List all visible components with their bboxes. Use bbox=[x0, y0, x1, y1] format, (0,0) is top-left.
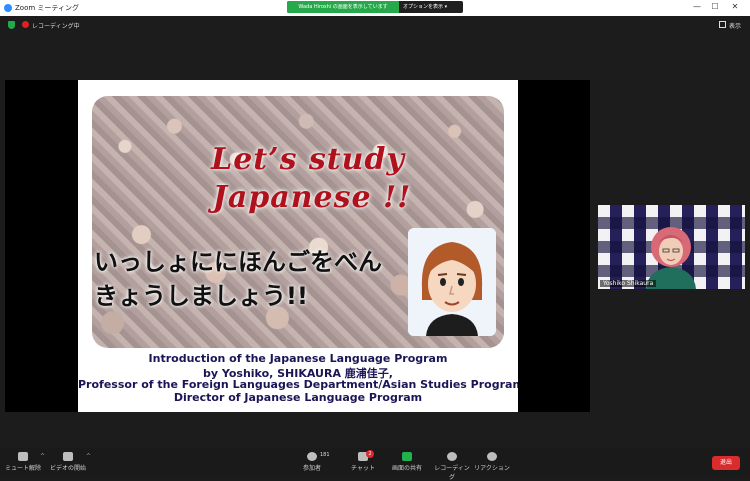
slide-credit-line4: Director of Japanese Language Program bbox=[173, 391, 423, 404]
video-options-chevron-icon[interactable]: ^ bbox=[86, 453, 91, 460]
record-button[interactable]: レコーディング bbox=[432, 452, 472, 481]
title-bar: Zoom ミーティング Wada Hiroshi の画面を表示しています オプシ… bbox=[0, 0, 750, 16]
start-video-button[interactable]: ビデオの開始 bbox=[48, 452, 88, 472]
participant-avatar bbox=[646, 227, 696, 289]
presentation-slide: Let’s study Japanese !! いっしょににほんごをべん きょう… bbox=[78, 80, 518, 412]
chat-button[interactable]: チャット bbox=[343, 452, 383, 472]
emoji-reaction-icon bbox=[487, 452, 497, 461]
reactions-button[interactable]: リアクション bbox=[472, 452, 512, 472]
leave-meeting-button[interactable]: 退出 bbox=[712, 456, 740, 470]
mute-button[interactable]: ミュート解除 bbox=[3, 452, 43, 472]
meeting-topbar: レコーディング中 表示 bbox=[0, 16, 750, 34]
video-camera-off-icon bbox=[63, 452, 73, 461]
audio-options-chevron-icon[interactable]: ^ bbox=[40, 453, 45, 460]
slide-japanese-line1: いっしょににほんごをべん bbox=[94, 248, 382, 276]
view-grid-icon[interactable] bbox=[719, 21, 726, 28]
maximize-button[interactable]: ☐ bbox=[709, 2, 721, 11]
window-title: Zoom ミーティング bbox=[15, 4, 79, 12]
share-screen-icon bbox=[402, 452, 412, 461]
slide-credit-line1: Introduction of the Japanese Language Pr… bbox=[148, 352, 448, 365]
recording-label[interactable]: レコーディング中 bbox=[32, 21, 80, 30]
minimize-button[interactable]: — bbox=[691, 2, 703, 11]
close-button[interactable]: ✕ bbox=[729, 2, 741, 11]
view-options-button[interactable]: オプションを表示 ▾ bbox=[403, 1, 461, 13]
slide-title-line1: Let’s study bbox=[211, 142, 405, 177]
slide-title-line2: Japanese !! bbox=[212, 180, 412, 215]
participant-name: Yoshiko Shikaura bbox=[600, 280, 657, 287]
share-screen-button[interactable]: 画面の共有 bbox=[387, 452, 427, 472]
slide-credit-line3: Professor of the Foreign Languages Depar… bbox=[78, 378, 518, 391]
microphone-muted-icon bbox=[18, 452, 28, 461]
view-button[interactable]: 表示 bbox=[729, 21, 741, 30]
participant-video-tile[interactable]: Yoshiko Shikaura bbox=[598, 205, 745, 289]
mii-avatar-image bbox=[408, 228, 496, 336]
slide-japanese-line2: きょうしましょう!! bbox=[94, 282, 308, 310]
recording-icon bbox=[22, 21, 29, 28]
share-notice-text: Wada Hiroshi の画面を表示しています bbox=[287, 1, 399, 13]
security-shield-icon[interactable] bbox=[8, 21, 15, 29]
zoom-app-icon bbox=[4, 4, 12, 12]
participants-icon bbox=[307, 452, 317, 461]
share-notice-bar: Wada Hiroshi の画面を表示しています オプションを表示 ▾ bbox=[287, 1, 463, 13]
participants-count: 181 bbox=[320, 452, 330, 458]
record-icon bbox=[447, 452, 457, 461]
chat-unread-badge: 2 bbox=[366, 450, 374, 458]
meeting-toolbar: ミュート解除 ^ ビデオの開始 ^ 参加者 181 チャット 2 画面の共有 レ… bbox=[0, 448, 750, 481]
